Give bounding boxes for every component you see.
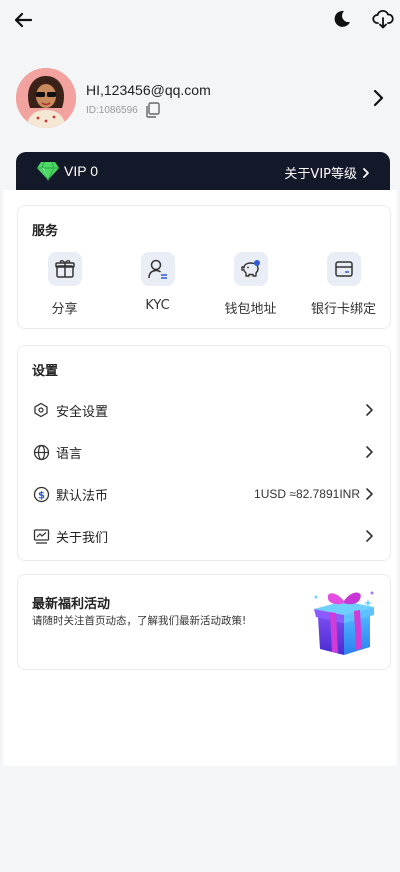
services-title: 服务 xyxy=(32,224,59,239)
chevron-right-icon xyxy=(364,487,376,501)
settings-item-security[interactable]: 安全设置 xyxy=(32,397,376,423)
settings-item-label: 默认法币 xyxy=(56,488,109,504)
service-label: 分享 xyxy=(51,302,78,317)
settings-item-language[interactable]: 语言 xyxy=(32,439,376,465)
chevron-right-icon xyxy=(373,89,384,107)
monitor-chart-icon xyxy=(32,527,50,545)
chevron-right-icon xyxy=(364,529,376,543)
service-label: KYC xyxy=(145,298,170,313)
top-bar xyxy=(0,0,400,40)
settings-card: 设置 安全设置 语言 $ 默认法币 1USD ≈82.7891INR 关于我们 xyxy=(17,345,391,561)
gift-icon xyxy=(47,252,82,286)
dollar-icon: $ xyxy=(32,485,50,503)
chevron-right-icon xyxy=(363,167,369,178)
arrow-left-icon xyxy=(14,12,33,28)
svg-text:$: $ xyxy=(38,490,45,501)
theme-toggle-button[interactable] xyxy=(330,7,354,31)
uid-row: ID:1086596 xyxy=(86,101,162,119)
currency-rate: 1USD ≈82.7891INR xyxy=(254,487,360,501)
settings-item-currency[interactable]: $ 默认法币 1USD ≈82.7891INR xyxy=(32,481,376,507)
settings-item-label: 语言 xyxy=(56,446,83,462)
moon-icon xyxy=(334,10,350,27)
back-button[interactable] xyxy=(10,8,36,32)
vip-info-label: 关于VIP等级 xyxy=(284,167,357,182)
gift-box-illustration xyxy=(314,591,374,655)
content-sheet: 服务 分享 KYC 钱包地址 银行卡绑定 设置 安全设置 语言 $ 默认法币 1… xyxy=(3,190,397,766)
settings-item-about[interactable]: 关于我们 xyxy=(32,523,376,549)
services-card: 服务 分享 KYC 钱包地址 银行卡绑定 xyxy=(17,205,391,329)
bank-card-icon xyxy=(326,252,361,286)
settings-item-label: 安全设置 xyxy=(56,404,109,420)
vip-level-label: VIP 0 xyxy=(64,163,98,179)
diamond-icon xyxy=(37,161,59,181)
piggy-bank-icon xyxy=(233,252,268,286)
user-id: ID:1086596 xyxy=(86,104,138,116)
service-label: 银行卡绑定 xyxy=(310,302,376,317)
cloud-download-icon xyxy=(372,9,394,29)
settings-item-label: 关于我们 xyxy=(56,530,109,546)
service-share[interactable]: 分享 xyxy=(18,252,111,317)
vip-info-link[interactable]: 关于VIP等级 xyxy=(284,163,370,182)
profile-row[interactable]: HI,123456@qq.com ID:1086596 xyxy=(0,62,400,134)
promo-card[interactable]: 最新福利活动 请随时关注首页动态，了解我们最新活动政策! xyxy=(17,574,391,670)
chevron-right-icon xyxy=(364,445,376,459)
service-label: 钱包地址 xyxy=(224,302,277,317)
user-verify-icon xyxy=(140,252,175,286)
services-grid: 分享 KYC 钱包地址 银行卡绑定 xyxy=(18,252,390,317)
promo-subtitle: 请随时关注首页动态，了解我们最新活动政策! xyxy=(32,615,247,627)
service-wallet-address[interactable]: 钱包地址 xyxy=(204,252,297,317)
shield-hex-icon xyxy=(32,401,50,419)
user-email: HI,123456@qq.com xyxy=(86,82,211,98)
chevron-right-icon xyxy=(364,403,376,417)
vip-level: VIP 0 xyxy=(36,161,98,181)
promo-title: 最新福利活动 xyxy=(32,597,111,612)
service-bank-card[interactable]: 银行卡绑定 xyxy=(297,252,390,317)
copy-icon[interactable] xyxy=(144,101,162,119)
download-button[interactable] xyxy=(370,6,396,32)
settings-title: 设置 xyxy=(32,364,59,379)
globe-icon xyxy=(32,443,50,461)
service-kyc[interactable]: KYC xyxy=(111,252,204,317)
avatar xyxy=(16,68,76,128)
